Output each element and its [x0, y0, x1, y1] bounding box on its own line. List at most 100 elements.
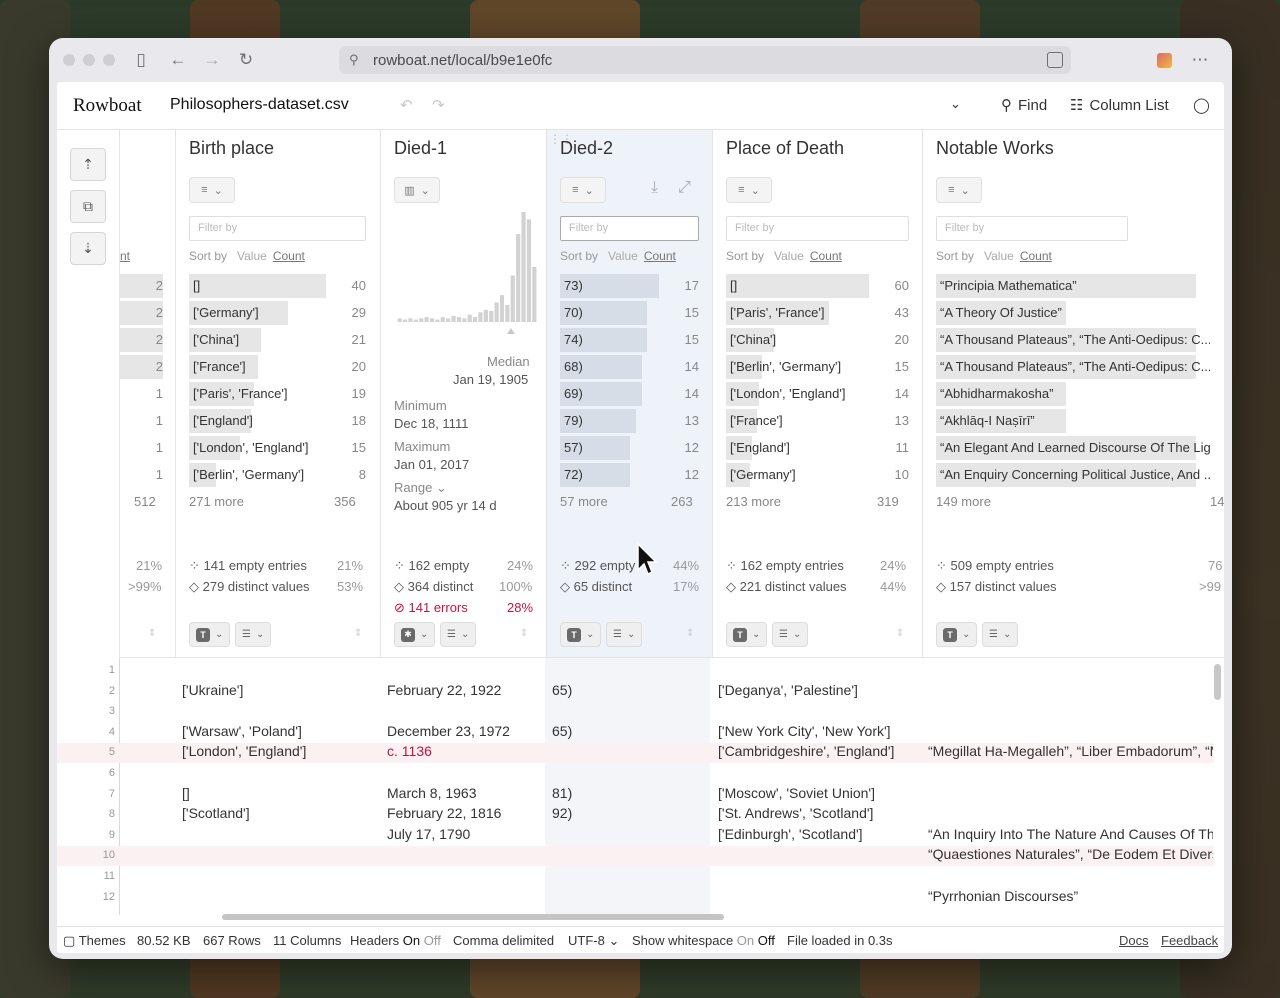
filter-input[interactable]: Filter by [936, 216, 1128, 241]
format-dropdown[interactable]: ☰ ⌄ [440, 622, 477, 647]
list-item[interactable]: 79) 13 [560, 409, 699, 433]
whitespace-toggle[interactable]: Show whitespace On Off [632, 933, 775, 948]
more-menu-icon[interactable]: ⋯ [1189, 49, 1211, 71]
errors-count[interactable]: ⊘ 141 errors [394, 600, 468, 616]
window-zoom-button[interactable] [103, 54, 115, 66]
delimiter-setting[interactable]: Comma delimited [453, 933, 554, 948]
forward-arrow-icon[interactable]: → [201, 49, 223, 71]
view-mode-dropdown[interactable]: ≡ ⌄ [560, 177, 606, 203]
row-number[interactable]: 9 [57, 829, 115, 841]
user-icon[interactable]: ◯ [1193, 96, 1210, 114]
list-item[interactable]: 73) 17 [560, 274, 699, 298]
grid-cell-pod[interactable]: ['Edinburgh', 'Scotland'] [718, 826, 923, 842]
list-item[interactable]: 68) 14 [560, 355, 699, 379]
feedback-link[interactable]: Feedback [1161, 933, 1218, 948]
grid-cell-pod[interactable]: ['Cambridgeshire', 'England'] [718, 743, 923, 759]
type-dropdown[interactable]: T ⌄ [560, 622, 602, 647]
column-list-button[interactable]: ☷ Column List [1070, 96, 1169, 115]
filter-input[interactable]: Filter by [560, 216, 699, 241]
grid-cell-pod[interactable]: ['St. Andrews', 'Scotland'] [718, 805, 923, 821]
grid-cell-birth[interactable]: ['Ukraine'] [182, 682, 382, 698]
back-arrow-icon[interactable]: ← [167, 49, 189, 71]
list-item[interactable]: ['Paris', 'France'] 43 [726, 301, 909, 325]
format-dropdown[interactable]: ☰ ⌄ [772, 622, 809, 647]
grid-cell-birth[interactable]: [] [182, 785, 382, 801]
list-item[interactable]: “A Thousand Plateaus”, “The Anti-Oedipus… [936, 355, 1224, 379]
window-minimize-button[interactable] [83, 54, 95, 66]
list-item[interactable]: ['London', 'England'] 15 [189, 436, 366, 460]
sort-arrows-icon[interactable]: ⇕ [520, 628, 528, 639]
grid-cell-pod[interactable]: ['Deganya', 'Palestine'] [718, 682, 923, 698]
date-histogram[interactable] [397, 210, 537, 336]
grid-cell-died1[interactable]: February 22, 1816 [387, 805, 542, 821]
type-dropdown[interactable]: T ⌄ [726, 622, 768, 647]
grid-cell-works[interactable]: “An Inquiry Into The Nature And Causes O… [928, 826, 1213, 842]
filter-input[interactable]: Filter by [726, 216, 909, 241]
list-item[interactable]: ['Germany'] 10 [726, 463, 909, 487]
grid-cell-died1[interactable]: c. 1136 [387, 743, 542, 759]
headers-toggle[interactable]: Headers On Off [350, 933, 441, 948]
column-title[interactable]: Died-2 [560, 138, 613, 159]
list-item[interactable]: ['Germany'] 29 [189, 301, 366, 325]
format-dropdown[interactable]: ☰ ⌄ [606, 622, 643, 647]
column-title[interactable]: Place of Death [726, 138, 844, 159]
grid-cell-birth[interactable]: ['Scotland'] [182, 805, 382, 821]
data-grid[interactable]: 1 2 ['Ukraine'] February 22, 1922 65) ['Degan… [57, 658, 1224, 915]
sort-count-link[interactable]: nt [120, 249, 130, 263]
row-number[interactable]: 1 [57, 664, 115, 676]
row-number[interactable]: 10 [57, 849, 115, 861]
list-item[interactable]: [] 60 [726, 274, 909, 298]
collapse-chevron-icon[interactable]: ⌄ [950, 96, 961, 112]
list-item[interactable]: ['France'] 13 [726, 409, 909, 433]
grid-cell-died1[interactable]: July 17, 1790 [387, 826, 542, 842]
list-item[interactable]: ['China'] 20 [726, 328, 909, 352]
find-button[interactable]: ⚲ Find [1001, 96, 1047, 115]
type-dropdown[interactable]: ✱ ⌄ [394, 622, 436, 647]
column-title[interactable]: Died-1 [394, 138, 447, 159]
list-item[interactable]: ['Berlin', 'Germany'] 8 [189, 463, 366, 487]
grid-cell-died2[interactable]: 65) [552, 682, 707, 698]
list-item[interactable]: 70) 15 [560, 301, 699, 325]
list-item[interactable]: 2 [120, 274, 163, 298]
expand-icon[interactable]: ⤢ [678, 179, 691, 197]
row-number[interactable]: 7 [57, 788, 115, 800]
more-link[interactable]: 149 more [936, 494, 991, 509]
upload-button[interactable]: ⇡ [70, 148, 106, 181]
redo-icon[interactable]: ↷ [432, 96, 445, 114]
copy-button[interactable]: ⧉ [70, 190, 106, 223]
grid-cell-works[interactable]: “Quaestiones Naturales”, “De Eodem Et Di… [928, 846, 1213, 862]
list-item[interactable]: 72) 12 [560, 463, 699, 487]
reader-mode-icon[interactable] [1047, 52, 1063, 68]
grid-cell-died2[interactable]: 81) [552, 785, 707, 801]
list-item[interactable]: “A Theory Of Justice”1 [936, 301, 1224, 325]
list-item[interactable]: 1 [120, 463, 163, 487]
grid-cell-died1[interactable]: December 23, 1972 [387, 723, 542, 739]
window-close-button[interactable] [63, 54, 75, 66]
list-item[interactable]: 74) 15 [560, 328, 699, 352]
list-item[interactable]: “Principia Mathematica”1 [936, 274, 1224, 298]
sort-arrows-icon[interactable]: ⇕ [896, 628, 904, 639]
view-mode-dropdown[interactable]: ≡ ⌄ [936, 177, 982, 203]
grid-cell-works[interactable]: “Pyrrhonian Discourses” [928, 888, 1213, 904]
more-link[interactable]: 213 more [726, 494, 781, 509]
sidebar-toggle-icon[interactable]: ▯ [130, 49, 152, 71]
column-title[interactable]: Notable Works [936, 138, 1054, 159]
view-mode-dropdown[interactable]: ≡ ⌄ [189, 177, 235, 203]
row-number[interactable]: 12 [57, 891, 115, 903]
sort-value-link[interactable]: Value [774, 249, 804, 263]
grid-cell-pod[interactable]: ['Moscow', 'Soviet Union'] [718, 785, 923, 801]
list-item[interactable]: ['France'] 20 [189, 355, 366, 379]
undo-icon[interactable]: ↶ [400, 96, 413, 114]
list-item[interactable]: 2 [120, 301, 163, 325]
list-item[interactable]: ['England'] 11 [726, 436, 909, 460]
row-number[interactable]: 6 [57, 767, 115, 779]
sort-arrows-icon[interactable]: ⇕ [148, 628, 156, 639]
grid-cell-pod[interactable]: ['New York City', 'New York'] [718, 723, 923, 739]
horizontal-scrollbar[interactable] [222, 914, 724, 920]
row-number[interactable]: 3 [57, 705, 115, 717]
grid-cell-died1[interactable]: March 8, 1963 [387, 785, 542, 801]
list-item[interactable]: ['England'] 18 [189, 409, 366, 433]
sort-count-link[interactable]: Count [273, 249, 305, 263]
type-dropdown[interactable]: T ⌄ [936, 622, 978, 647]
sort-count-link[interactable]: Count [1020, 249, 1052, 263]
